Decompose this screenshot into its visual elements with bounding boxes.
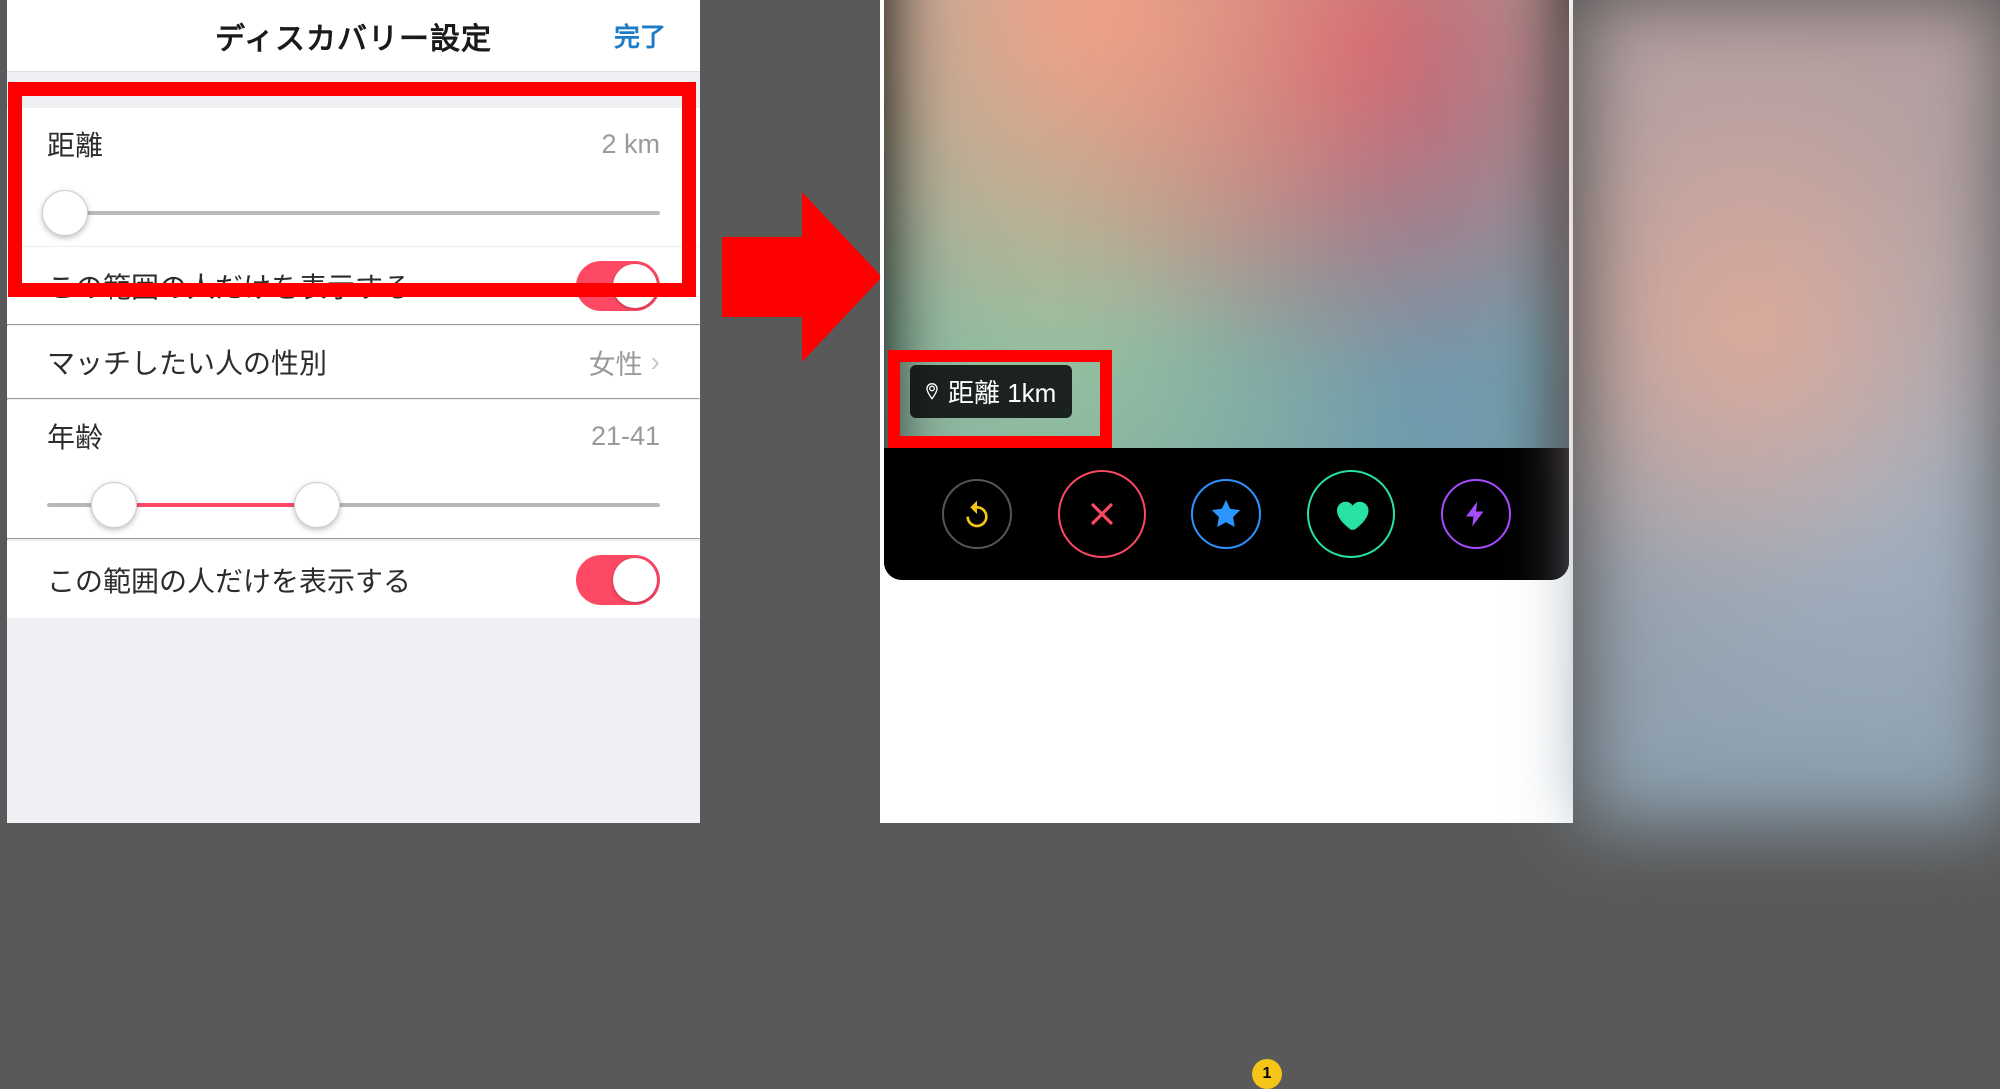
age-slider-thumb-min[interactable] [91, 482, 137, 528]
like-button[interactable] [1307, 470, 1395, 558]
range-only-toggle-row-truncated: この範囲の人だけを表示する [7, 246, 700, 324]
superlike-button[interactable] [1191, 479, 1261, 549]
age-row: 年齢 21-41 [7, 400, 700, 472]
range-only-label-truncated: この範囲の人だけを表示する [47, 266, 411, 306]
gender-value: 女性 [589, 343, 643, 382]
chevron-right-icon: › [651, 346, 660, 378]
settings-header: ディスカバリー設定 完了 [7, 0, 700, 72]
swipe-action-bar [884, 448, 1569, 580]
distance-chip-text: 距離 1km [948, 373, 1056, 410]
nope-button[interactable] [1058, 470, 1146, 558]
heart-icon [1330, 493, 1372, 535]
distance-section: 距離 2 km この範囲の人だけを表示する [7, 108, 700, 324]
range-only-label: この範囲の人だけを表示する [47, 560, 411, 600]
profile-card[interactable]: 距離 1km [884, 0, 1569, 580]
location-pin-icon [922, 382, 942, 402]
settings-phone: ディスカバリー設定 完了 距離 2 km この範囲の人だけを表示する マッチした… [7, 0, 700, 823]
age-slider-thumb-max[interactable] [294, 482, 340, 528]
adjacent-card-blurred [1586, 0, 2000, 823]
swipe-phone: 距離 1km 1 [880, 0, 1573, 823]
age-slider[interactable] [7, 472, 700, 538]
notification-badge: 1 [1252, 1059, 1282, 1089]
range-only-toggle-2[interactable] [576, 555, 660, 605]
x-icon [1083, 495, 1121, 533]
range-only-toggle-row: この範囲の人だけを表示する [7, 540, 700, 618]
age-label: 年齢 [47, 416, 103, 456]
distance-label: 距離 [47, 124, 103, 164]
gender-label: マッチしたい人の性別 [47, 342, 327, 382]
gender-row[interactable]: マッチしたい人の性別 女性 › [7, 326, 700, 398]
distance-slider-thumb[interactable] [42, 190, 88, 236]
rewind-button[interactable] [942, 479, 1012, 549]
distance-row: 距離 2 km [7, 108, 700, 180]
boost-button[interactable] [1441, 479, 1511, 549]
age-section: 年齢 21-41 [7, 400, 700, 538]
distance-slider[interactable] [7, 180, 700, 246]
rewind-icon [961, 498, 993, 530]
star-icon [1209, 497, 1243, 531]
range-only-toggle-1[interactable] [576, 261, 660, 311]
annotation-arrow-icon [722, 192, 882, 362]
distance-value: 2 km [601, 129, 660, 160]
done-button[interactable]: 完了 [614, 17, 666, 54]
page-title: ディスカバリー設定 [215, 14, 492, 58]
age-value: 21-41 [591, 421, 660, 452]
bolt-icon [1461, 499, 1491, 529]
distance-chip: 距離 1km [910, 365, 1072, 418]
